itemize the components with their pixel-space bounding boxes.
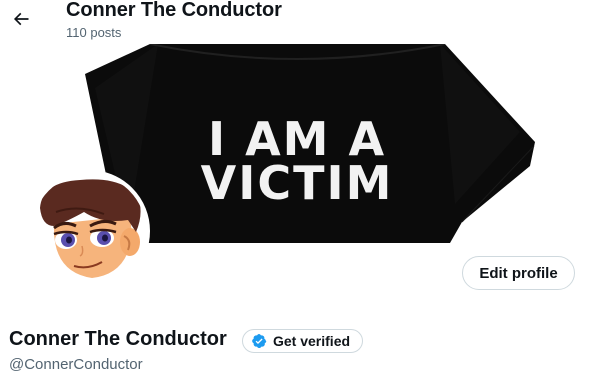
shirt-text-line2: VICTIM: [200, 156, 394, 210]
post-count: 110 posts: [66, 25, 122, 40]
avatar[interactable]: [28, 170, 150, 292]
back-button[interactable]: [6, 4, 36, 34]
display-name: Conner The Conductor: [9, 328, 227, 350]
get-verified-button[interactable]: Get verified: [242, 329, 364, 353]
header-title: Conner The Conductor: [66, 0, 282, 21]
cartoon-boy-avatar: [32, 174, 146, 288]
arrow-left-icon: [13, 12, 29, 26]
user-handle: @ConnerConductor: [9, 356, 143, 373]
edit-profile-button[interactable]: Edit profile: [462, 256, 575, 290]
get-verified-label: Get verified: [273, 333, 351, 349]
verified-badge-icon: [251, 333, 267, 349]
profile-header: Conner The Conductor 110 posts: [0, 0, 599, 44]
